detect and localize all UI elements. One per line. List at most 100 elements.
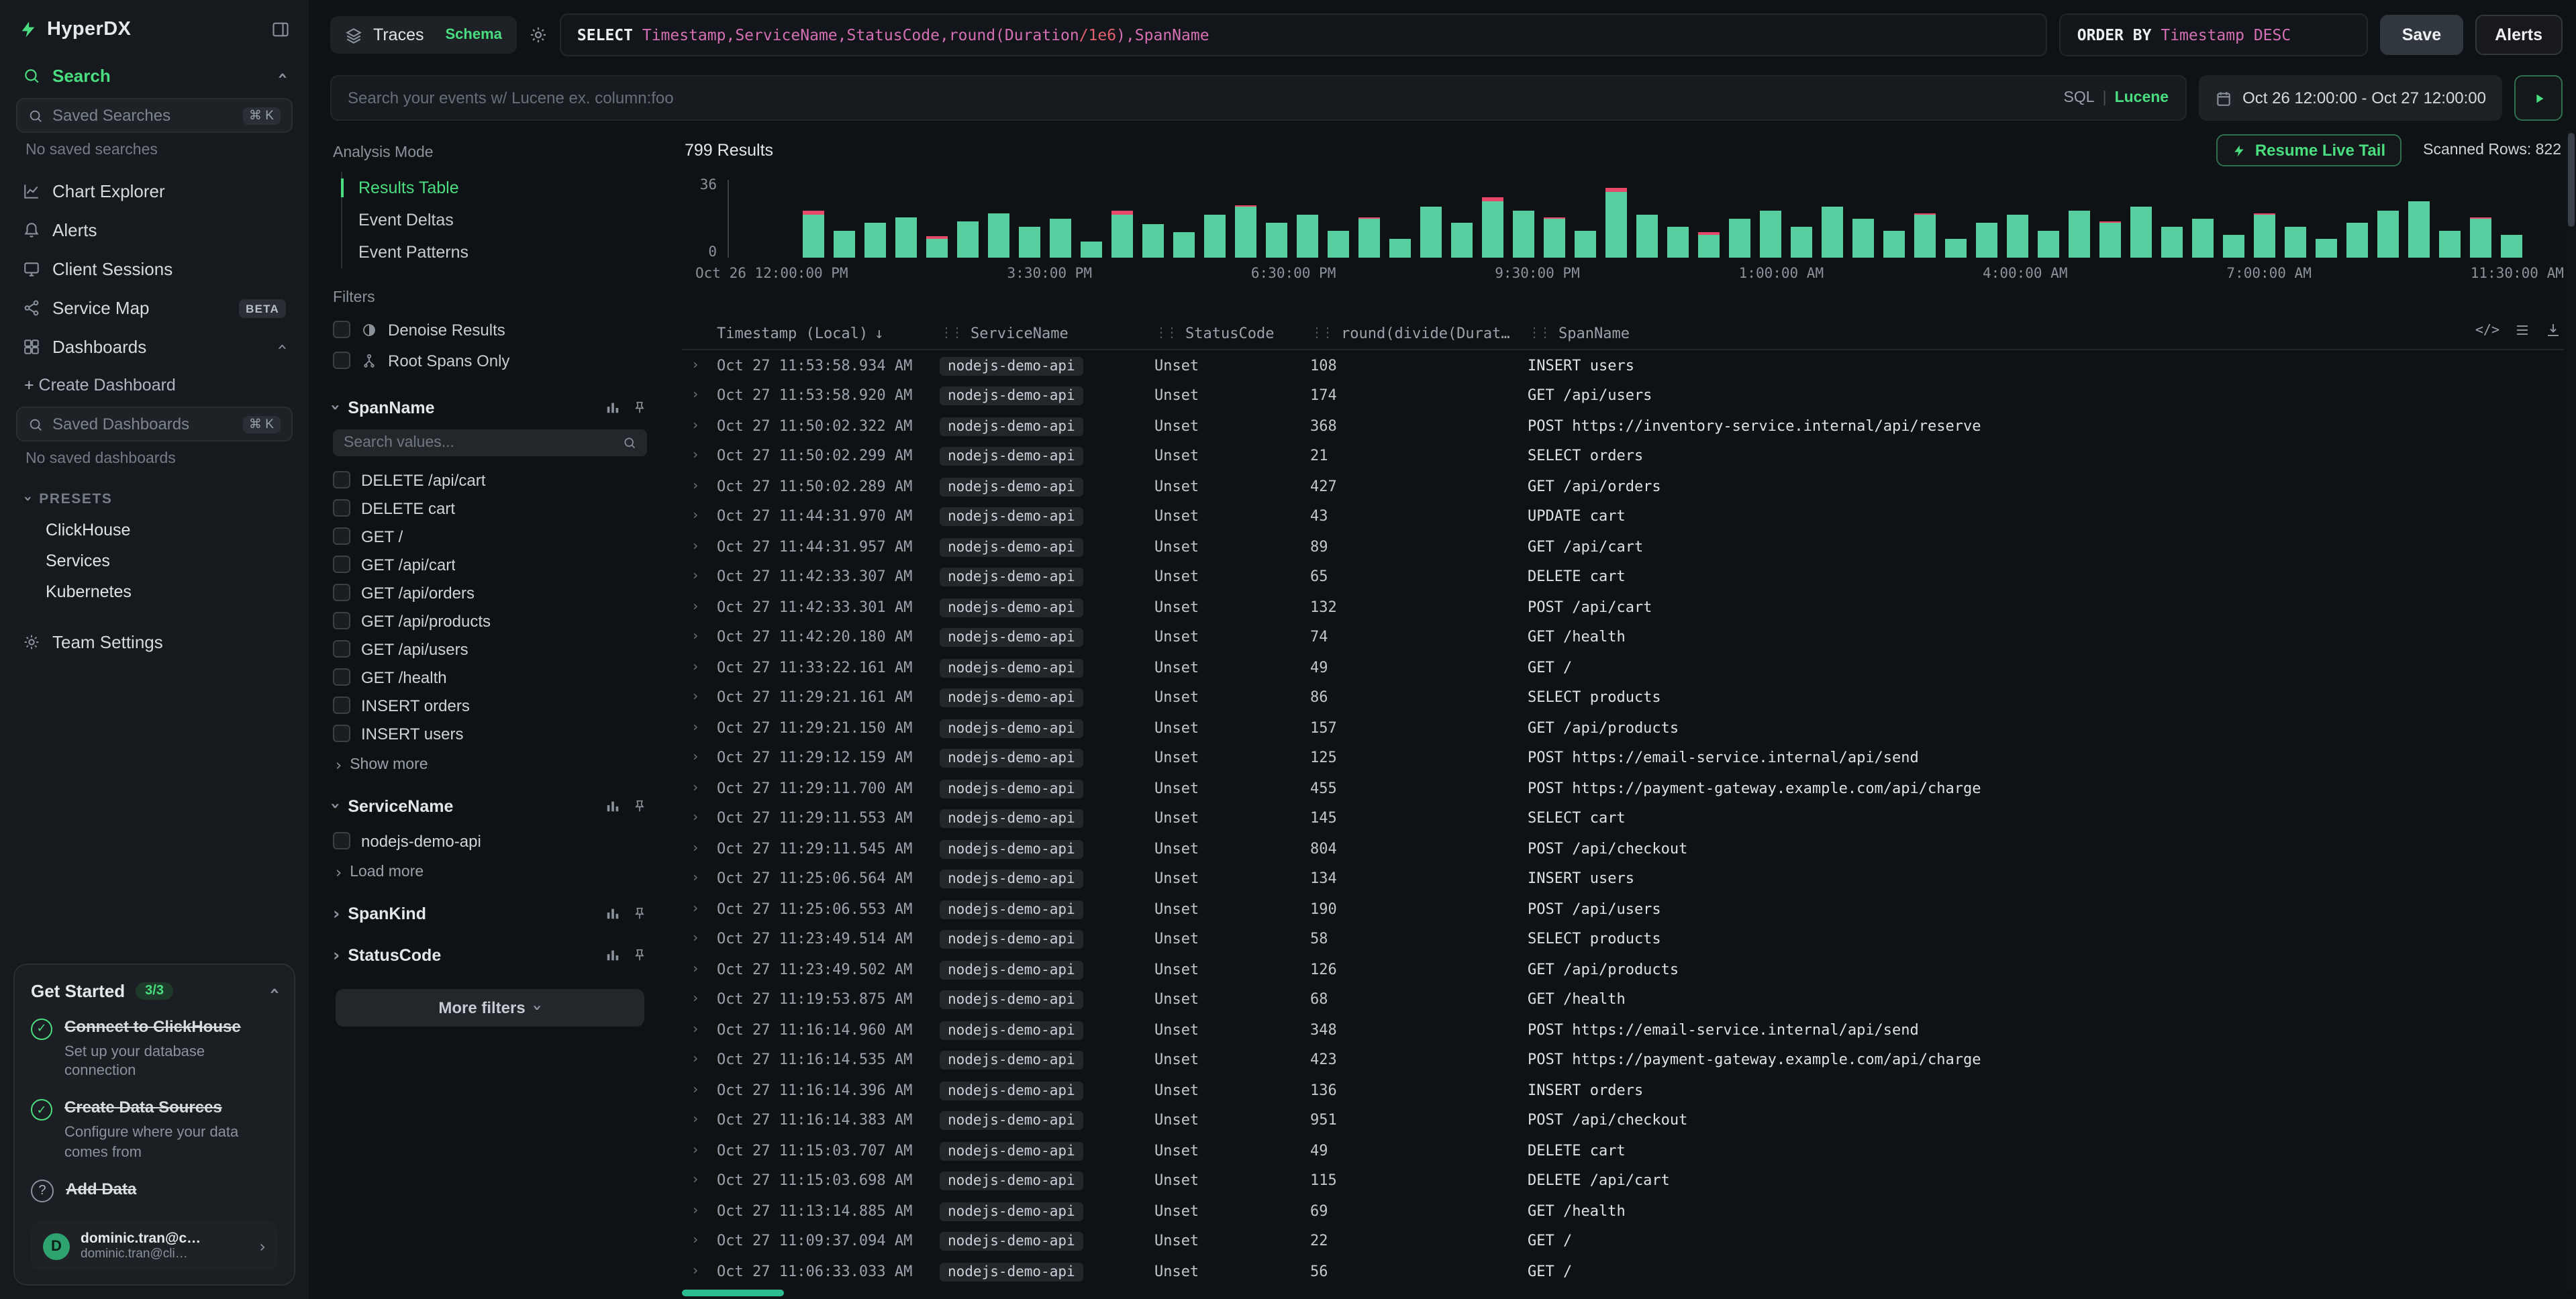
help-circle-icon[interactable]: ?: [31, 1180, 54, 1202]
checkbox[interactable]: [333, 725, 350, 742]
filter-option[interactable]: nodejs-demo-api: [333, 827, 647, 855]
row-expand-icon[interactable]: ›: [682, 1143, 717, 1158]
histogram-bar[interactable]: [1482, 198, 1503, 258]
histogram-bar[interactable]: [864, 223, 886, 258]
row-expand-icon[interactable]: ›: [682, 600, 717, 615]
mode-sql-toggle[interactable]: SQL: [2064, 90, 2095, 106]
histogram-bar[interactable]: [2346, 223, 2368, 258]
row-expand-icon[interactable]: ›: [682, 1053, 717, 1068]
get-started-header[interactable]: Get Started 3/3 ›: [31, 980, 278, 1000]
analysis-mode-results-table[interactable]: Results Table: [342, 172, 647, 204]
filter-option[interactable]: GET /health: [333, 663, 647, 691]
create-dashboard-button[interactable]: + Create Dashboard: [13, 366, 295, 404]
filter-option[interactable]: DELETE cart: [333, 494, 647, 522]
row-expand-icon[interactable]: ›: [682, 932, 717, 947]
histogram-bar[interactable]: [1667, 227, 1689, 258]
table-row[interactable]: ›Oct 27 11:23:49.502 AMnodejs-demo-apiUn…: [682, 954, 2564, 984]
column-servicename[interactable]: ⋮⋮ServiceName: [940, 325, 1154, 342]
table-row[interactable]: ›Oct 27 11:09:37.094 AMnodejs-demo-apiUn…: [682, 1226, 2564, 1256]
checkbox[interactable]: [333, 668, 350, 686]
histogram-bar[interactable]: [1914, 213, 1936, 258]
sidebar-item-dashboards[interactable]: Dashboards ›: [13, 327, 295, 366]
horizontal-scrollbar[interactable]: [682, 1290, 784, 1296]
alerts-button[interactable]: Alerts: [2475, 15, 2563, 55]
row-expand-icon[interactable]: ›: [682, 479, 717, 494]
date-range-picker[interactable]: Oct 26 12:00:00 - Oct 27 12:00:00: [2198, 75, 2502, 121]
filter-option[interactable]: DELETE /api/cart: [333, 466, 647, 494]
histogram-bar[interactable]: [1235, 205, 1256, 258]
load-more-button[interactable]: › Load more: [333, 855, 647, 882]
table-row[interactable]: ›Oct 27 11:29:11.545 AMnodejs-demo-apiUn…: [682, 833, 2564, 864]
histogram-bar[interactable]: [1976, 223, 1997, 258]
filter-option[interactable]: INSERT orders: [333, 691, 647, 719]
histogram-bar[interactable]: [1297, 215, 1318, 258]
drag-handle-icon[interactable]: ⋮⋮: [1310, 326, 1332, 341]
column-timestamp[interactable]: Timestamp (Local)↓: [717, 325, 940, 342]
table-row[interactable]: ›Oct 27 11:16:14.396 AMnodejs-demo-apiUn…: [682, 1075, 2564, 1105]
checkbox[interactable]: [333, 527, 350, 545]
chart-toggle-icon[interactable]: [605, 798, 620, 813]
table-row[interactable]: ›Oct 27 11:44:31.970 AMnodejs-demo-apiUn…: [682, 501, 2564, 531]
table-row[interactable]: ›Oct 27 11:50:02.322 AMnodejs-demo-apiUn…: [682, 411, 2564, 441]
filter-option[interactable]: GET /api/orders: [333, 578, 647, 607]
histogram-bar[interactable]: [2316, 238, 2337, 258]
histogram-bar[interactable]: [1081, 242, 1102, 258]
preset-kubernetes[interactable]: Kubernetes: [13, 576, 295, 607]
histogram-bar[interactable]: [1019, 227, 1040, 258]
table-row[interactable]: ›Oct 27 11:16:14.535 AMnodejs-demo-apiUn…: [682, 1045, 2564, 1075]
table-row[interactable]: ›Oct 27 11:29:11.553 AMnodejs-demo-apiUn…: [682, 803, 2564, 833]
histogram-bar[interactable]: [1389, 238, 1411, 258]
row-expand-icon[interactable]: ›: [682, 1113, 717, 1128]
filter-group-servicename[interactable]: › ServiceName: [333, 796, 647, 816]
checkbox[interactable]: [333, 556, 350, 573]
checkbox[interactable]: [333, 352, 350, 369]
histogram-bar[interactable]: [1605, 188, 1627, 258]
table-row[interactable]: ›Oct 27 11:42:33.301 AMnodejs-demo-apiUn…: [682, 592, 2564, 622]
show-more-button[interactable]: › Show more: [333, 747, 647, 774]
filter-group-statuscode[interactable]: › StatusCode: [333, 945, 647, 965]
sidebar-item-client-sessions[interactable]: Client Sessions: [13, 250, 295, 289]
histogram-bar[interactable]: [1575, 231, 1596, 258]
checkbox[interactable]: [333, 640, 350, 658]
table-row[interactable]: ›Oct 27 11:15:03.707 AMnodejs-demo-apiUn…: [682, 1135, 2564, 1165]
presets-section-header[interactable]: › PRESETS: [13, 480, 295, 514]
preset-services[interactable]: Services: [13, 545, 295, 576]
row-expand-icon[interactable]: ›: [682, 630, 717, 645]
row-expand-icon[interactable]: ›: [682, 1023, 717, 1037]
histogram-bar[interactable]: [1698, 232, 1720, 258]
column-duration[interactable]: ⋮⋮round(divide(Durat…: [1310, 325, 1528, 342]
table-row[interactable]: ›Oct 27 11:53:58.934 AMnodejs-demo-apiUn…: [682, 350, 2564, 380]
orderby-editor[interactable]: ORDER BY Timestamp DESC: [2060, 13, 2369, 56]
column-spanname[interactable]: ⋮⋮SpanName: [1528, 325, 2564, 342]
histogram-bar[interactable]: [2007, 215, 2028, 258]
histogram-bar[interactable]: [1358, 217, 1380, 258]
histogram-bar[interactable]: [2377, 211, 2399, 258]
saved-dashboards-input[interactable]: Saved Dashboards ⌘ K: [16, 407, 293, 441]
pin-icon[interactable]: [632, 906, 647, 921]
schema-link[interactable]: Schema: [446, 27, 502, 43]
table-row[interactable]: ›Oct 27 11:29:21.150 AMnodejs-demo-apiUn…: [682, 713, 2564, 743]
histogram-bar[interactable]: [2408, 201, 2430, 258]
histogram-bar[interactable]: [834, 231, 855, 258]
download-icon[interactable]: [2545, 322, 2561, 338]
chart-toggle-icon[interactable]: [605, 947, 620, 962]
table-row[interactable]: ›Oct 27 11:19:53.875 AMnodejs-demo-apiUn…: [682, 984, 2564, 1015]
histogram-bar[interactable]: [1729, 219, 1750, 258]
row-expand-icon[interactable]: ›: [682, 1234, 717, 1249]
row-expand-icon[interactable]: ›: [682, 1264, 717, 1279]
filter-option[interactable]: GET /api/cart: [333, 550, 647, 578]
histogram-bar[interactable]: [1050, 219, 1071, 258]
table-row[interactable]: ›Oct 27 11:06:33.033 AMnodejs-demo-apiUn…: [682, 1256, 2564, 1286]
histogram-bar[interactable]: [1791, 227, 1812, 258]
histogram-bar[interactable]: [2501, 234, 2522, 258]
histogram-bar[interactable]: [2439, 231, 2461, 258]
checkbox[interactable]: [333, 499, 350, 517]
analysis-mode-event-patterns[interactable]: Event Patterns: [342, 236, 647, 268]
row-expand-icon[interactable]: ›: [682, 419, 717, 433]
row-expand-icon[interactable]: ›: [682, 449, 717, 464]
table-row[interactable]: ›Oct 27 11:25:06.553 AMnodejs-demo-apiUn…: [682, 894, 2564, 924]
histogram-bar[interactable]: [2285, 227, 2306, 258]
table-row[interactable]: ›Oct 27 11:53:58.920 AMnodejs-demo-apiUn…: [682, 380, 2564, 411]
histogram-bar[interactable]: [895, 217, 917, 258]
row-expand-icon[interactable]: ›: [682, 751, 717, 766]
